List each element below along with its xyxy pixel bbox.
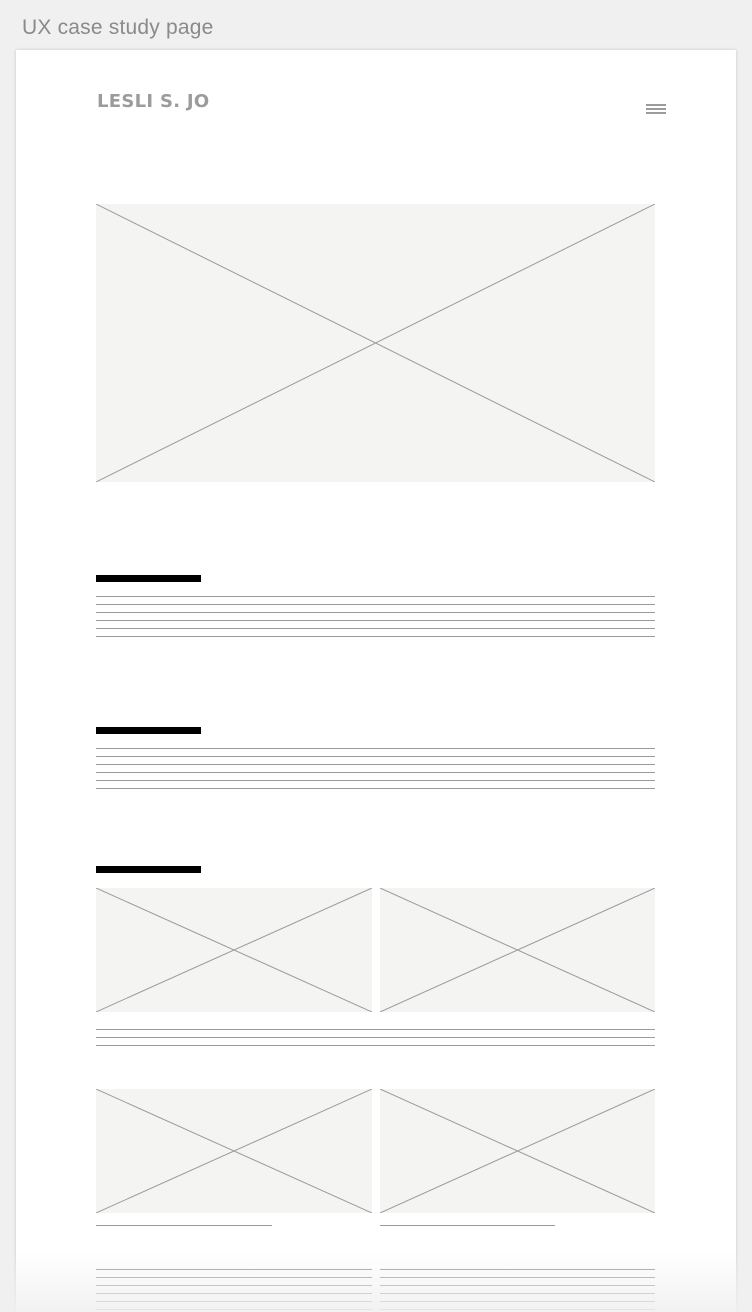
artboard-label: UX case study page bbox=[22, 16, 214, 39]
section-3-heading bbox=[96, 866, 201, 873]
crossed-box-icon bbox=[96, 1089, 372, 1213]
section-2-heading bbox=[96, 727, 201, 734]
column-1-paragraph bbox=[96, 1269, 372, 1312]
crossed-box-icon bbox=[380, 1089, 655, 1213]
section-1-paragraph bbox=[96, 596, 655, 644]
section-1-heading bbox=[96, 575, 201, 582]
hero-image-placeholder bbox=[96, 204, 655, 482]
gallery-image-4 bbox=[380, 1089, 655, 1213]
crossed-box-icon bbox=[96, 204, 655, 482]
crossed-box-icon bbox=[380, 888, 655, 1012]
gallery-image-3-caption bbox=[96, 1225, 272, 1226]
gallery-image-3 bbox=[96, 1089, 372, 1213]
hamburger-menu-icon[interactable] bbox=[646, 104, 666, 114]
column-2-paragraph bbox=[380, 1269, 655, 1312]
gallery-image-2 bbox=[380, 888, 655, 1012]
crossed-box-icon bbox=[96, 888, 372, 1012]
gallery-image-4-caption bbox=[380, 1225, 555, 1226]
gallery-image-1 bbox=[96, 888, 372, 1012]
gallery-caption-lines bbox=[96, 1029, 655, 1053]
site-logo[interactable]: LESLI S. JO bbox=[97, 91, 210, 112]
artboard: LESLI S. JO bbox=[16, 50, 736, 1312]
section-2-paragraph bbox=[96, 748, 655, 796]
